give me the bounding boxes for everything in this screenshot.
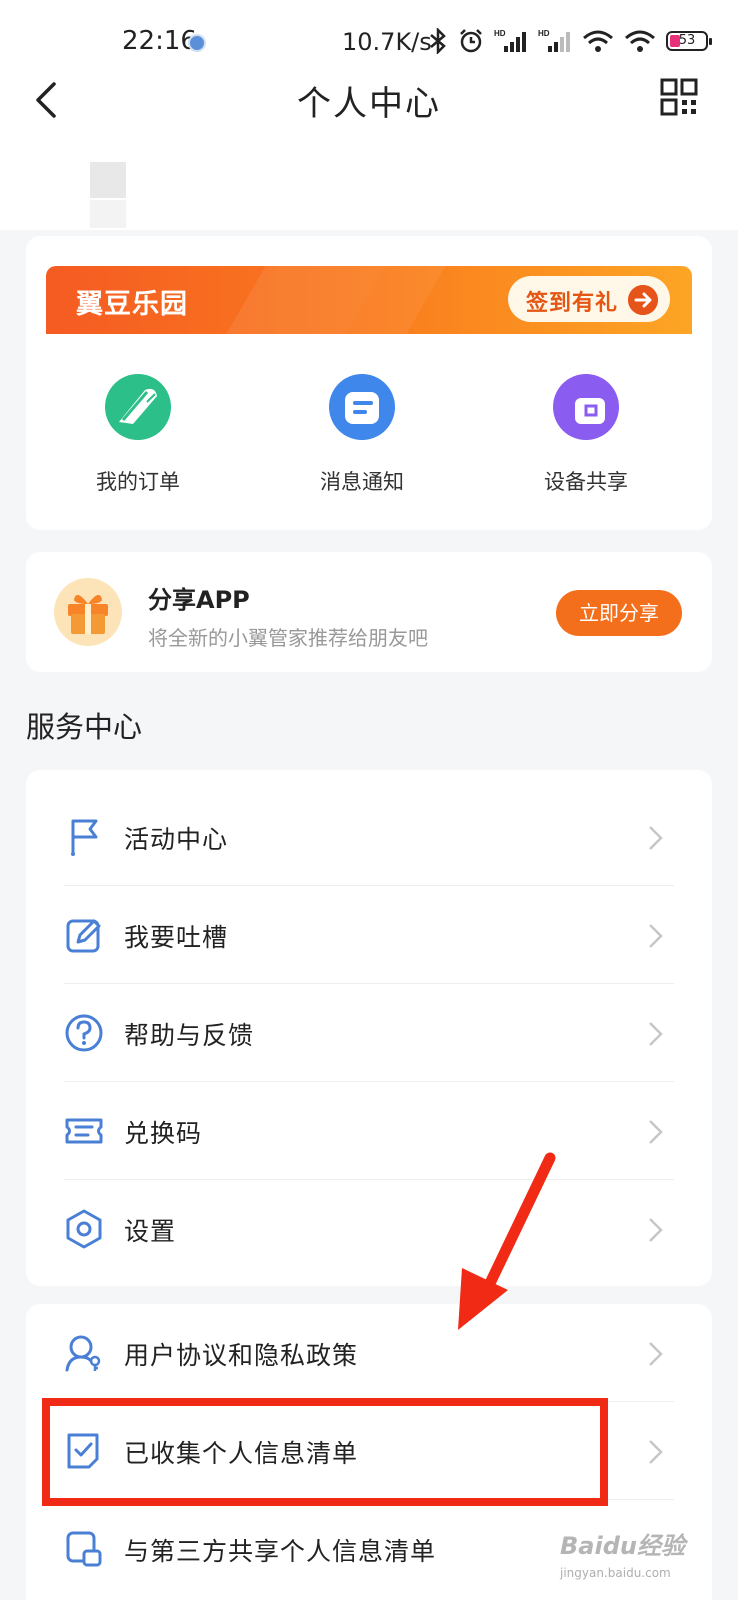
device-share-icon <box>553 374 619 440</box>
quick-action-label: 设备共享 <box>544 470 628 494</box>
annotation-arrow-icon <box>458 1152 556 1330</box>
svg-text:HD: HD <box>538 29 550 38</box>
ticket-icon <box>65 1118 103 1144</box>
status-icons: HD HD 53 <box>428 26 712 56</box>
list-item-label: 与第三方共享个人信息清单 <box>124 1537 437 1566</box>
arrow-right-icon <box>628 285 658 315</box>
svg-text:HD: HD <box>494 29 506 38</box>
list-item-redeem-code[interactable]: 兑换码 <box>26 1082 712 1180</box>
page-title: 个人中心 <box>297 84 441 124</box>
list-item-settings[interactable]: 设置 <box>26 1180 712 1278</box>
hd-signal-icon: HD <box>494 29 526 52</box>
hd-signal-icon: HD <box>538 29 570 52</box>
chevron-right-icon <box>649 1342 663 1366</box>
settings-icon <box>66 1209 102 1249</box>
list-item-activity-center[interactable]: 活动中心 <box>26 788 712 886</box>
gift-icon <box>54 578 122 646</box>
watermark: Baidu经验 <box>560 1532 685 1560</box>
quick-action-label: 我的订单 <box>96 470 180 494</box>
wifi-icon <box>583 30 613 52</box>
checkin-button[interactable]: 签到有礼 <box>508 276 670 322</box>
list-item-help-feedback[interactable]: 帮助与反馈 <box>26 984 712 1082</box>
help-icon <box>65 1014 103 1052</box>
share-subtitle: 将全新的小翼管家推荐给朋友吧 <box>148 626 428 650</box>
list-item-user-agreement-privacy[interactable]: 用户协议和隐私政策 <box>26 1304 712 1402</box>
quick-action-messages[interactable]: 消息通知 <box>292 372 432 502</box>
sync-icon <box>188 34 206 52</box>
bluetooth-icon <box>430 28 446 54</box>
annotation-highlight-box <box>42 1398 608 1506</box>
user-privacy-icon <box>65 1335 101 1372</box>
section-title-service-center: 服务中心 <box>26 710 143 744</box>
message-icon <box>329 374 395 440</box>
chevron-right-icon <box>649 1120 663 1144</box>
list-item-label: 兑换码 <box>124 1119 203 1148</box>
battery-icon: 53 <box>666 31 712 51</box>
flag-icon <box>71 819 98 856</box>
checkin-button-label: 签到有礼 <box>526 291 619 316</box>
chevron-right-icon <box>649 1022 663 1046</box>
list-item-feedback-complaint[interactable]: 我要吐槽 <box>26 886 712 984</box>
list-item-label: 我要吐槽 <box>124 923 229 952</box>
quick-action-label: 消息通知 <box>320 470 404 494</box>
status-time: 22:16 <box>122 26 197 56</box>
list-item-label: 活动中心 <box>124 825 229 854</box>
quick-action-device-share[interactable]: 设备共享 <box>516 372 656 502</box>
chevron-right-icon <box>649 826 663 850</box>
share-title: 分享APP <box>148 586 250 614</box>
orders-icon <box>105 374 171 440</box>
avatar[interactable] <box>90 162 126 198</box>
share-list-icon <box>66 1531 102 1567</box>
profile-name-placeholder <box>90 200 126 228</box>
wifi-icon <box>625 30 655 52</box>
chevron-right-icon <box>649 924 663 948</box>
banner-title: 翼豆乐园 <box>76 289 188 320</box>
edit-icon <box>66 919 101 953</box>
list-item-label: 帮助与反馈 <box>124 1021 255 1050</box>
qr-code-icon[interactable] <box>660 78 698 116</box>
watermark-url: jingyan.baidu.com <box>560 1566 671 1580</box>
alarm-icon <box>460 29 482 53</box>
quick-action-orders[interactable]: 我的订单 <box>68 372 208 502</box>
points-banner[interactable]: 翼豆乐园 签到有礼 <box>46 266 692 334</box>
chevron-right-icon <box>649 1440 663 1464</box>
status-net-speed: 10.7K/s <box>342 28 432 56</box>
list-item-label: 设置 <box>124 1217 177 1246</box>
chevron-right-icon <box>649 1218 663 1242</box>
list-item-label: 用户协议和隐私政策 <box>124 1341 359 1370</box>
share-now-button[interactable]: 立即分享 <box>556 590 682 636</box>
